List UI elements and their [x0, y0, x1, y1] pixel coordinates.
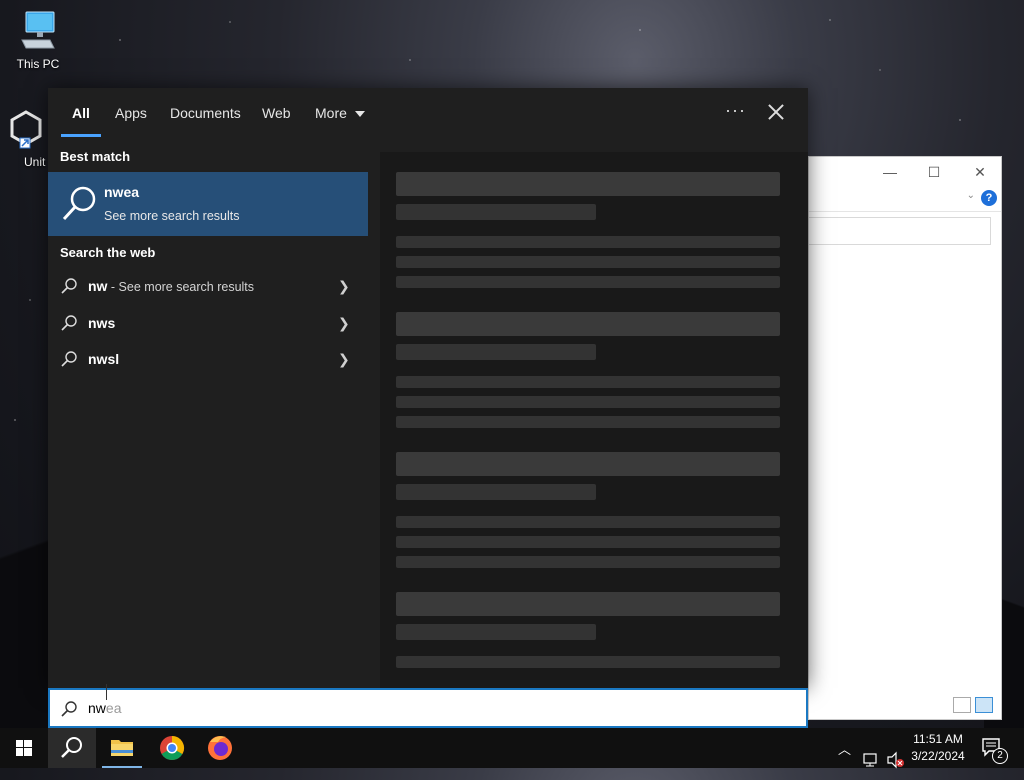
web-result-term: nwsl — [88, 351, 120, 367]
web-result-term: nws — [88, 315, 116, 331]
loading-placeholder — [396, 536, 780, 548]
search-icon — [61, 701, 77, 717]
caret-down-icon — [354, 111, 365, 117]
loading-placeholder — [396, 556, 780, 568]
loading-placeholder — [396, 376, 780, 388]
loading-placeholder — [396, 344, 596, 360]
desktop-icon-unity[interactable]: Unit — [0, 108, 52, 169]
details-view-icon[interactable] — [953, 697, 971, 713]
search-input[interactable]: nwea — [48, 688, 808, 728]
active-tab-indicator — [61, 134, 101, 137]
start-button[interactable] — [0, 728, 48, 768]
loading-placeholder — [396, 312, 780, 336]
loading-placeholder — [396, 204, 596, 220]
preview-pane-loading — [380, 152, 808, 688]
taskbar-firefox[interactable] — [196, 728, 244, 768]
search-tabs: All Apps Documents Web More ··· — [48, 88, 808, 138]
minimize-icon[interactable]: — — [881, 163, 899, 181]
web-result-row[interactable]: nw - See more search results ❯ — [48, 268, 368, 304]
loading-placeholder — [396, 276, 780, 288]
loading-placeholder — [396, 656, 780, 668]
windows-logo-icon — [16, 740, 32, 756]
search-flyout: All Apps Documents Web More ··· Best mat… — [48, 88, 808, 688]
system-clock[interactable]: 11:51 AM 3/22/2024 — [900, 731, 976, 765]
loading-placeholder — [396, 396, 780, 408]
web-result-text: nws — [88, 315, 115, 331]
chevron-right-icon[interactable]: ❯ — [338, 278, 350, 295]
unity-icon — [10, 110, 42, 149]
chevron-down-icon[interactable]: ⌄ — [967, 190, 975, 201]
loading-placeholder — [396, 516, 780, 528]
chevron-right-icon[interactable]: ❯ — [338, 315, 350, 332]
tab-more[interactable]: More — [315, 105, 365, 121]
web-result-row[interactable]: nws ❯ — [48, 305, 368, 341]
network-icon[interactable] — [862, 740, 880, 780]
web-result-term: nw — [88, 278, 108, 294]
web-result-text: nwsl — [88, 351, 119, 367]
maximize-icon[interactable]: ☐ — [925, 163, 943, 181]
clock-date: 3/22/2024 — [911, 749, 965, 763]
close-search-icon[interactable] — [764, 100, 788, 124]
explorer-address-bar[interactable] — [809, 217, 991, 245]
loading-placeholder — [396, 592, 780, 616]
chevron-up-icon[interactable]: ︿ — [838, 739, 851, 779]
taskbar-file-explorer[interactable] — [98, 728, 146, 768]
explorer-titlebar[interactable]: — ☐ ✕ — [809, 157, 1001, 187]
tab-apps[interactable]: Apps — [115, 105, 147, 121]
tab-more-label: More — [315, 105, 347, 121]
results-list: Best match nwea See more search results … — [48, 138, 368, 688]
notification-count-badge: 2 — [992, 748, 1008, 764]
search-web-heading: Search the web — [60, 245, 156, 260]
loading-placeholder — [396, 416, 780, 428]
chevron-right-icon[interactable]: ❯ — [338, 351, 350, 368]
large-icons-view-icon[interactable] — [975, 697, 993, 713]
web-result-text: nw - See more search results — [88, 278, 254, 294]
search-icon — [61, 737, 82, 758]
loading-placeholder — [396, 172, 780, 196]
best-match-subtitle: See more search results — [104, 209, 240, 223]
computer-icon — [21, 11, 55, 49]
search-icon — [61, 315, 77, 331]
loading-placeholder — [396, 452, 780, 476]
clock-time: 11:51 AM — [913, 732, 963, 746]
close-icon[interactable]: ✕ — [971, 163, 989, 181]
best-match-heading: Best match — [60, 149, 131, 164]
web-result-suffix: - See more search results — [107, 280, 255, 294]
firefox-icon — [208, 736, 232, 760]
best-match-title: nwea — [104, 184, 140, 200]
folder-icon — [111, 740, 133, 756]
more-options-icon[interactable]: ··· — [725, 100, 746, 121]
text-cursor — [106, 684, 107, 700]
desktop-icon-label: Unit — [24, 155, 46, 169]
help-icon[interactable]: ? — [981, 190, 997, 206]
taskbar-chrome[interactable] — [148, 728, 196, 768]
loading-placeholder — [396, 236, 780, 248]
tab-web[interactable]: Web — [262, 105, 291, 121]
explorer-view-buttons — [949, 697, 999, 717]
file-explorer-window[interactable]: — ☐ ✕ ⌄ ? — [808, 156, 1002, 720]
tab-documents[interactable]: Documents — [170, 105, 241, 121]
search-icon — [61, 278, 77, 294]
action-center-button[interactable]: 2 — [980, 736, 1008, 764]
tab-all[interactable]: All — [72, 105, 90, 121]
web-result-row[interactable]: nwsl ❯ — [48, 341, 368, 377]
taskbar-search-button[interactable] — [48, 728, 96, 768]
chrome-icon — [160, 735, 184, 761]
search-query-text: nwea — [88, 700, 121, 716]
loading-placeholder — [396, 624, 596, 640]
search-icon — [62, 186, 96, 221]
loading-placeholder — [396, 256, 780, 268]
search-query-autocomplete: ea — [105, 700, 122, 716]
desktop-icon-this-pc[interactable]: This PC — [0, 10, 76, 71]
best-match-result[interactable]: nwea See more search results — [48, 172, 368, 236]
desktop-icon-label: This PC — [16, 57, 60, 71]
search-icon — [61, 351, 77, 367]
loading-placeholder — [396, 484, 596, 500]
search-query-typed: nw — [88, 700, 106, 716]
taskbar: ︿ 11:51 AM 3/22/2024 2 — [0, 728, 1024, 769]
